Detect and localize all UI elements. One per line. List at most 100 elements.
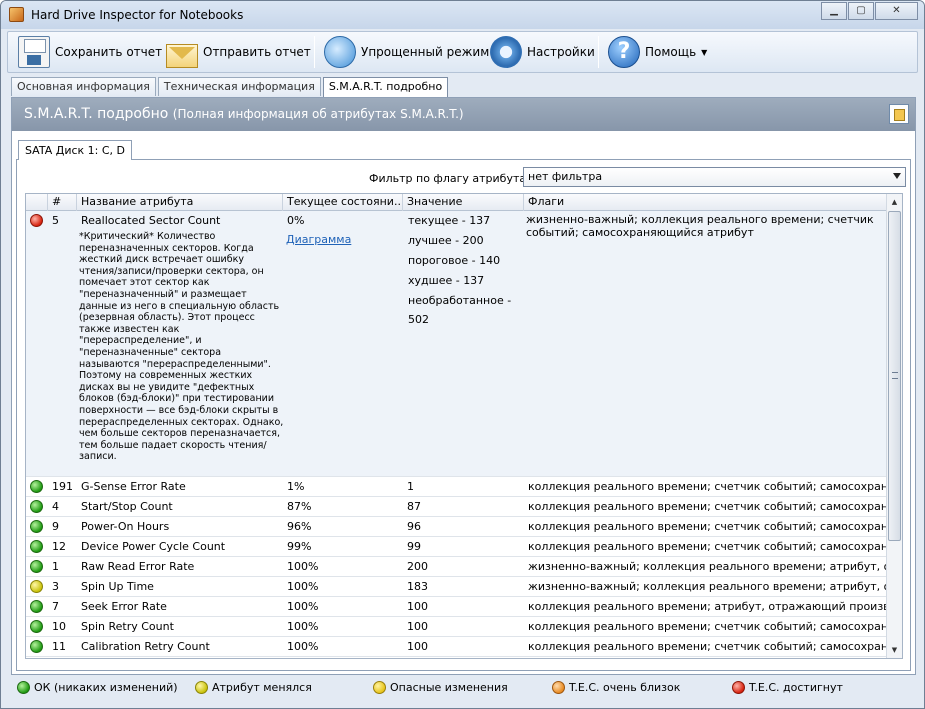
tab-technical-info[interactable]: Техническая информация [157, 77, 321, 96]
row-number: 4 [52, 500, 59, 513]
status-orange-icon [552, 680, 565, 694]
row-state: 0% [287, 214, 305, 227]
minimize-button[interactable]: ▁ [821, 2, 847, 20]
row-number: 11 [52, 640, 66, 653]
column-header-name[interactable]: Название атрибута [77, 194, 283, 211]
smart-panel: S.M.A.R.T. подробно (Полная информация о… [11, 97, 916, 675]
status-yellow-icon [30, 580, 43, 593]
table-row[interactable]: 12 Device Power Cycle Count 99% 99 коллекция… [26, 537, 888, 557]
legend-changed: Атрибут менялся [195, 679, 312, 695]
row-flags: коллекция реального времени; счетчик соб… [528, 640, 888, 653]
row-name: G-Sense Error Rate [81, 480, 186, 493]
tab-smart-details[interactable]: S.M.A.R.T. подробно [322, 77, 449, 97]
scrollbar-thumb[interactable] [888, 211, 901, 541]
status-red-icon [732, 680, 745, 694]
column-header-state[interactable]: Текущее состояни... [283, 194, 403, 211]
table-row[interactable]: 10 Spin Retry Count 100% 100 коллекция реаль… [26, 617, 888, 637]
row-name: Start/Stop Count [81, 500, 173, 513]
filter-label: Фильтр по флагу атрибута: [369, 172, 530, 185]
panel-title-text: S.M.A.R.T. подробно [24, 106, 169, 122]
toolbar-separator [598, 36, 599, 68]
status-green-icon [30, 600, 43, 613]
simple-mode-button[interactable]: Упрощенный режим [324, 35, 489, 69]
row-name: Calibration Retry Count [81, 640, 210, 653]
title-bar: Hard Drive Inspector for Notebooks ▁ ▢ ✕ [1, 1, 924, 29]
table-row[interactable]: 11 Calibration Retry Count 100% 100 коллекци… [26, 637, 888, 657]
row-state: 96% [287, 520, 312, 533]
legend-label: Опасные изменения [390, 680, 508, 694]
send-report-button[interactable]: Отправить отчет [166, 35, 311, 69]
help-button[interactable]: ? Помощь ▼ [608, 35, 707, 69]
main-tabs: Основная информация Техническая информац… [11, 77, 450, 97]
status-amber-icon [373, 680, 386, 694]
table-row[interactable]: 3 Spin Up Time 100% 183 жизненно-важный; кол… [26, 577, 888, 597]
row-flags: коллекция реального времени; счетчик соб… [528, 520, 888, 533]
scroll-down-icon[interactable]: ▼ [887, 642, 902, 658]
status-green-icon [30, 560, 43, 573]
close-button[interactable]: ✕ [875, 2, 918, 20]
legend-label: T.E.C. очень близок [569, 680, 681, 694]
row-value: 100 [407, 620, 428, 633]
filter-value: нет фильтра [528, 170, 603, 183]
status-green-icon [17, 680, 30, 694]
row-value: 99 [407, 540, 421, 553]
row-value: 1 [407, 480, 414, 493]
table-row-expanded[interactable]: 5 Reallocated Sector Count *Критический*… [26, 211, 888, 477]
row-flags: коллекция реального времени; счетчик соб… [528, 540, 888, 553]
export-icon[interactable] [889, 104, 909, 124]
row-value: 100 [407, 600, 428, 613]
row-state: 100% [287, 620, 319, 633]
tab-disk-1[interactable]: SATA Диск 1: C, D [18, 140, 133, 160]
status-green-icon [30, 620, 43, 633]
maximize-button[interactable]: ▢ [848, 2, 874, 20]
settings-button[interactable]: Настройки [490, 35, 595, 69]
panel-header: S.M.A.R.T. подробно (Полная информация о… [12, 98, 915, 131]
row-flags: коллекция реального времени; счетчик соб… [528, 480, 888, 493]
scroll-up-icon[interactable]: ▲ [887, 194, 902, 210]
app-window: Hard Drive Inspector for Notebooks ▁ ▢ ✕… [0, 0, 925, 709]
status-legend: ОК (никаких изменений) Атрибут менялся О… [11, 679, 916, 697]
simple-mode-icon [324, 36, 356, 68]
row-value: 87 [407, 500, 421, 513]
table-row[interactable]: 191 G-Sense Error Rate 1% 1 коллекция реальн… [26, 477, 888, 497]
diagram-link[interactable]: Диаграмма [286, 233, 351, 246]
value-list: текущее - 137 лучшее - 200 пороговое - 1… [406, 211, 524, 326]
table-row[interactable]: 7 Seek Error Rate 100% 100 коллекция реально… [26, 597, 888, 617]
settings-label: Настройки [527, 45, 595, 59]
table-row[interactable]: 4 Start/Stop Count 87% 87 коллекция реальног… [26, 497, 888, 517]
filter-dropdown[interactable]: нет фильтра [523, 167, 906, 187]
legend-ok: ОК (никаких изменений) [17, 679, 178, 695]
column-header-flags[interactable]: Флаги [524, 194, 888, 211]
row-state: 99% [287, 540, 312, 553]
row-number: 5 [52, 214, 59, 227]
gear-icon [490, 36, 522, 68]
value-threshold: пороговое - 140 [408, 254, 501, 267]
help-icon: ? [608, 36, 640, 68]
column-header-status [26, 194, 48, 211]
status-yellow-icon [195, 680, 208, 694]
row-flags: коллекция реального времени; счетчик соб… [528, 620, 888, 633]
table-row[interactable]: 9 Power-On Hours 96% 96 коллекция реального … [26, 517, 888, 537]
help-label: Помощь [645, 45, 697, 59]
legend-label: T.E.C. достигнут [749, 680, 843, 694]
save-report-button[interactable]: Сохранить отчет [18, 35, 162, 69]
window-title: Hard Drive Inspector for Notebooks [31, 8, 244, 22]
save-icon [18, 36, 50, 68]
value-raw: необработанное - 502 [408, 294, 512, 326]
row-flags: жизненно-важный; коллекция реального вре… [526, 213, 874, 239]
status-green-icon [30, 480, 43, 493]
attributes-table: # Название атрибута Текущее состояни... … [25, 193, 903, 659]
table-header: # Название атрибута Текущее состояни... … [26, 194, 888, 211]
legend-tec-near: T.E.C. очень близок [552, 679, 680, 695]
legend-dangerous: Опасные изменения [373, 679, 508, 695]
status-green-icon [30, 640, 43, 653]
vertical-scrollbar[interactable]: ▲ ▼ [886, 194, 902, 658]
legend-tec-reached: T.E.C. достигнут [732, 679, 843, 695]
disk-area: Фильтр по флагу атрибута: нет фильтра # … [16, 159, 911, 671]
column-header-value[interactable]: Значение [403, 194, 524, 211]
row-value: 183 [407, 580, 428, 593]
value-current: текущее - 137 [408, 214, 491, 227]
tab-basic-info[interactable]: Основная информация [11, 77, 156, 96]
column-header-number[interactable]: # [48, 194, 77, 211]
table-row[interactable]: 1 Raw Read Error Rate 100% 200 жизненно-важн… [26, 557, 888, 577]
